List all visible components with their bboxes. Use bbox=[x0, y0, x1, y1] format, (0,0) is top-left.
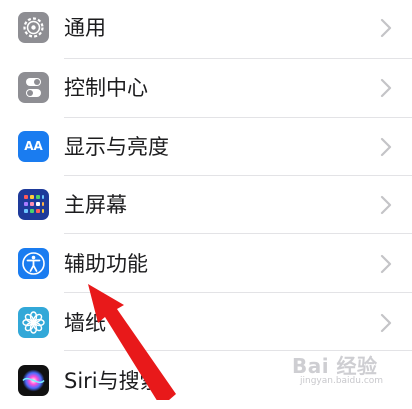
settings-row-display-brightness[interactable]: AA 显示与亮度 bbox=[0, 117, 412, 176]
settings-row-control-center[interactable]: 控制中心 bbox=[0, 58, 412, 118]
chevron-right-icon bbox=[380, 254, 392, 274]
settings-row-home-screen[interactable]: 主屏幕 bbox=[0, 175, 412, 234]
settings-row-label: 显示与亮度 bbox=[64, 135, 169, 159]
settings-row-label: 辅助功能 bbox=[64, 252, 148, 276]
flower-icon bbox=[18, 307, 49, 338]
chevron-right-icon bbox=[380, 195, 392, 215]
settings-row-label: 主屏幕 bbox=[64, 193, 127, 217]
settings-row-general[interactable]: 通用 bbox=[0, 0, 412, 59]
watermark-url: jingyan.baidu.com bbox=[300, 376, 384, 386]
settings-list: 通用 控制中心 AA 显示与亮度 主屏幕 辅助功能 墙纸 Siri与搜索 bbox=[0, 0, 412, 400]
settings-row-label: Siri与搜索 bbox=[64, 369, 161, 393]
accessibility-icon bbox=[18, 248, 49, 279]
text-size-glyph: AA bbox=[24, 139, 43, 153]
text-size-icon: AA bbox=[18, 131, 49, 162]
chevron-right-icon bbox=[380, 18, 392, 38]
settings-row-label: 通用 bbox=[64, 16, 106, 40]
siri-icon bbox=[18, 365, 49, 396]
chevron-right-icon bbox=[380, 137, 392, 157]
gear-icon bbox=[18, 12, 49, 43]
app-grid-icon bbox=[18, 189, 49, 220]
toggles-icon bbox=[18, 72, 49, 103]
settings-row-label: 墙纸 bbox=[64, 311, 106, 335]
watermark-brand: Bai 经验 bbox=[292, 354, 378, 378]
settings-row-label: 控制中心 bbox=[64, 76, 148, 100]
chevron-right-icon bbox=[380, 78, 392, 98]
settings-row-accessibility[interactable]: 辅助功能 bbox=[0, 233, 412, 293]
chevron-right-icon bbox=[380, 313, 392, 333]
watermark: Bai 经验 jingyan.baidu.com bbox=[292, 350, 404, 390]
settings-row-wallpaper[interactable]: 墙纸 bbox=[0, 292, 412, 351]
